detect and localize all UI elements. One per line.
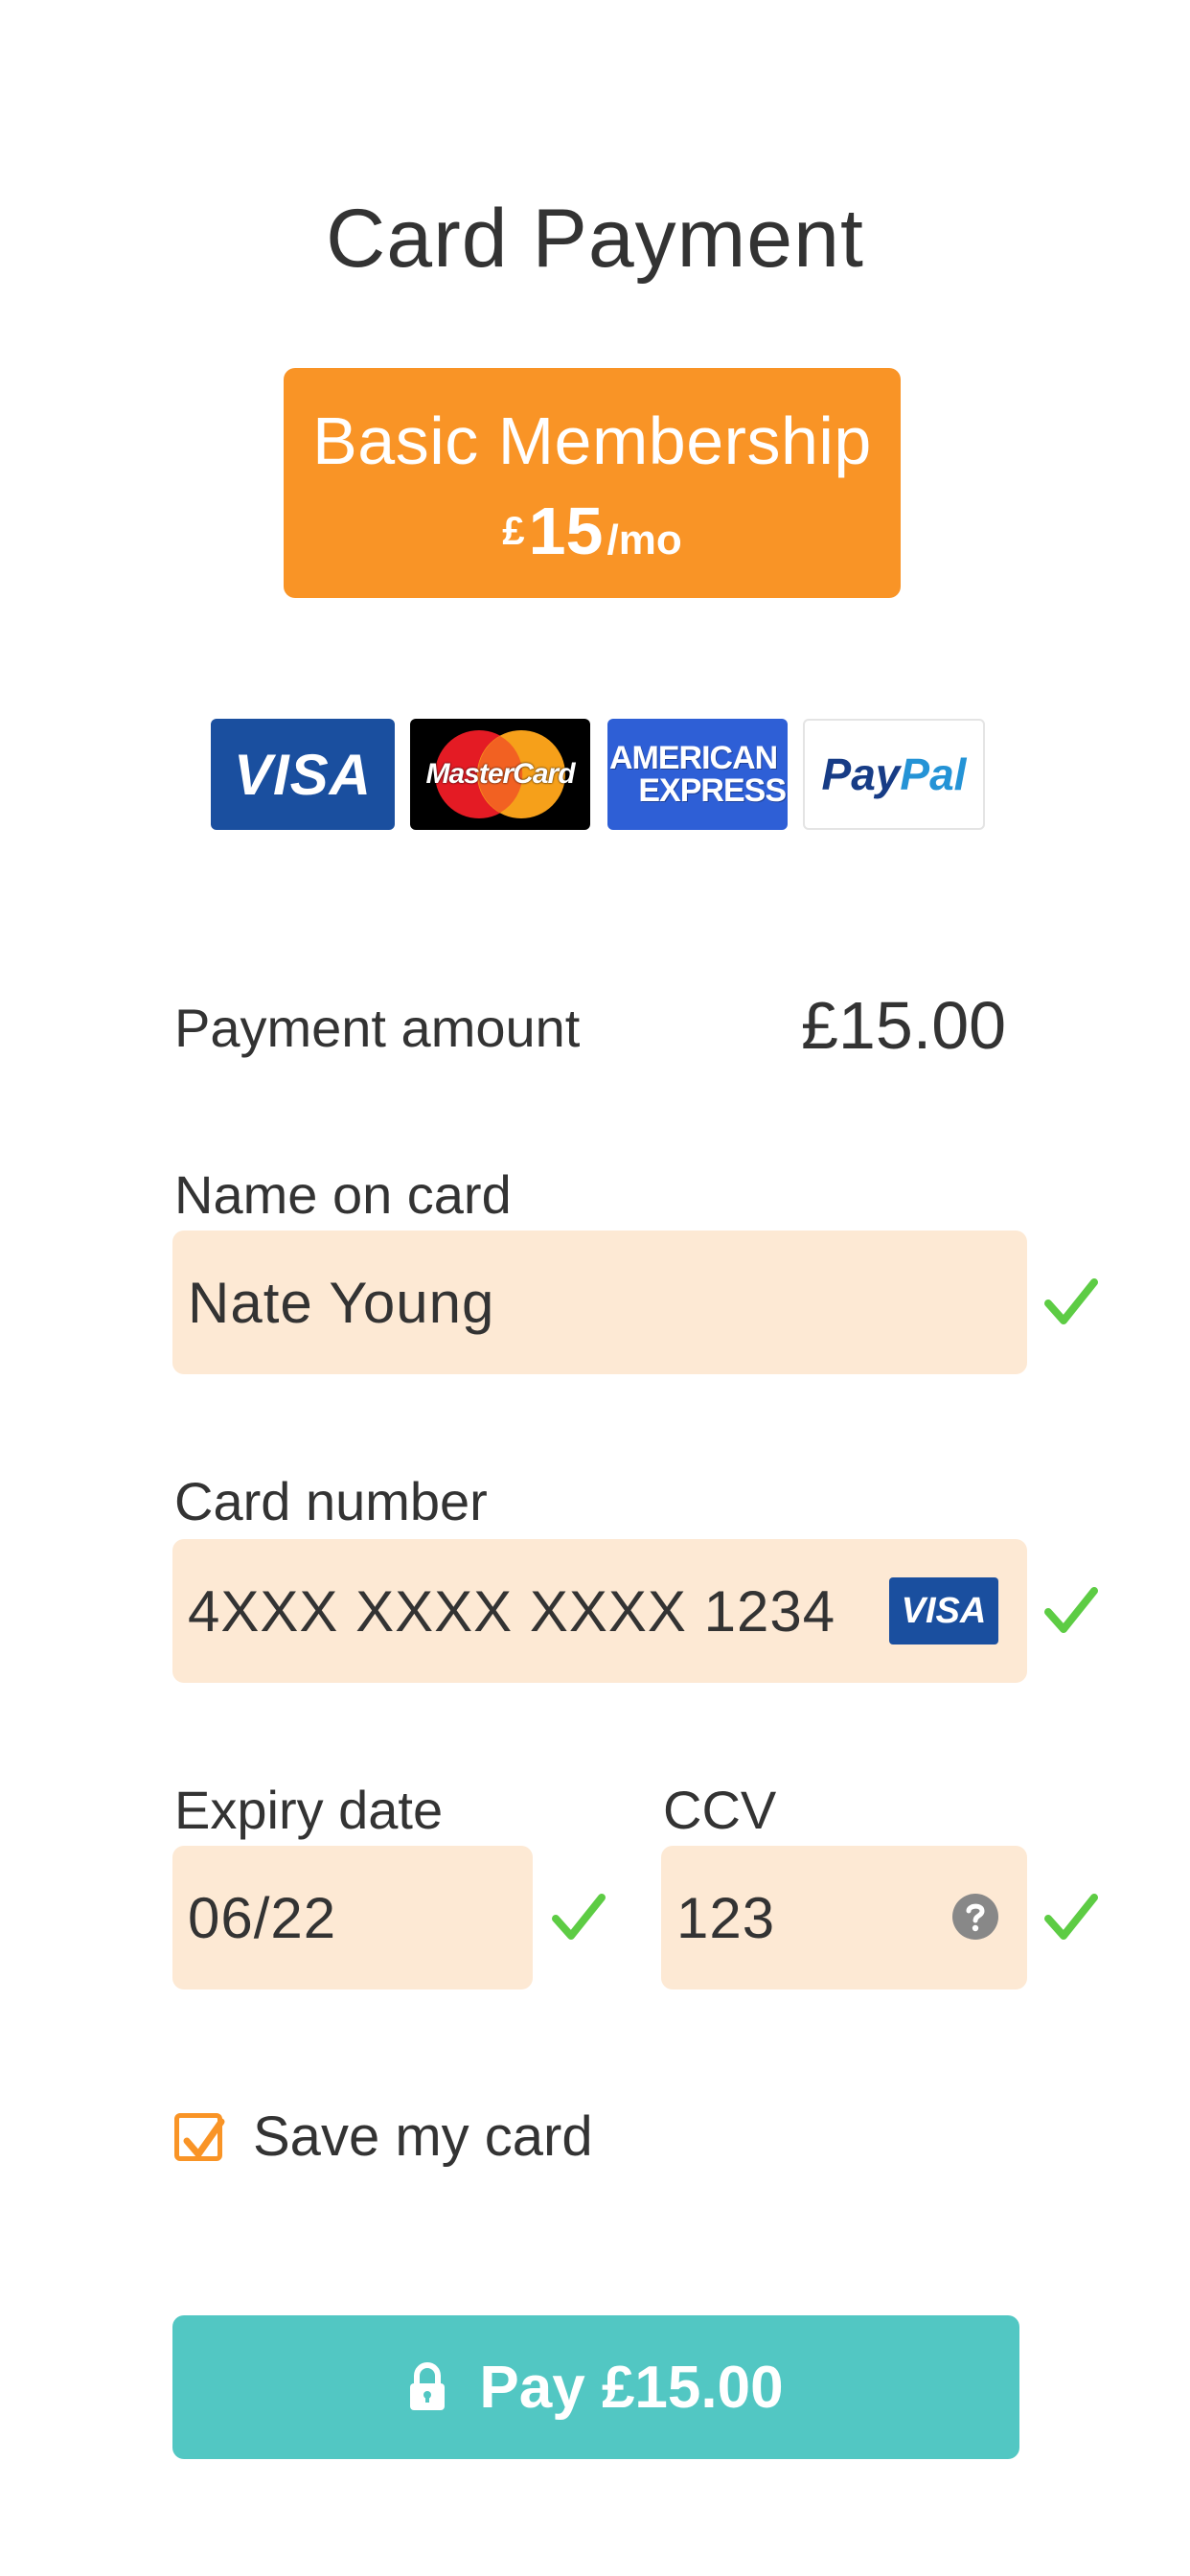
paypal-logo-pay: Pay [821,749,901,799]
visa-logo: VISA [211,719,395,830]
visa-logo-text: VISA [233,742,373,807]
save-card-checkbox[interactable] [174,2113,225,2161]
ccv-label: CCV [663,1780,777,1840]
ccv-value: 123 [676,1885,776,1950]
payment-amount-value: £15.00 [801,988,1007,1063]
plan-price: £ 15 /mo [284,493,901,569]
page-title: Card Payment [326,193,864,285]
mastercard-logo-text: MasterCard [425,758,575,790]
expiry-date-value: 06/22 [188,1885,337,1950]
payment-amount-label: Payment amount [174,998,581,1058]
paypal-logo: Pay Pal [803,719,985,830]
card-brand-visa-icon: VISA [889,1577,998,1644]
expiry-date-field[interactable]: 06/22 [172,1846,533,1990]
amex-logo: AMERICAN EXPRESS [607,719,788,830]
checkbox-check-icon [183,2118,225,2158]
plan-badge: Basic Membership £ 15 /mo [284,368,901,598]
plan-period: /mo [606,517,682,564]
expiry-valid-check-icon [552,1894,606,1940]
name-on-card-label: Name on card [174,1164,512,1225]
amex-logo-line1: AMERICAN [609,740,778,776]
lock-icon [410,2362,446,2410]
name-on-card-value: Nate Young [188,1270,495,1335]
mastercard-logo: MasterCard [410,719,590,830]
name-valid-check-icon [1044,1278,1098,1324]
plan-currency: £ [502,508,525,553]
card-number-value: 4XXX XXXX XXXX 1234 [188,1578,836,1644]
plan-name: Basic Membership [312,403,872,478]
pay-button[interactable]: Pay £15.00 [172,2315,1019,2459]
save-card-label[interactable]: Save my card [253,2104,593,2169]
card-brand-label: VISA [901,1590,987,1631]
ccv-help-question-icon[interactable] [950,1892,1000,1942]
card-number-valid-check-icon [1044,1587,1098,1633]
pay-button-label: Pay £15.00 [479,2354,784,2421]
ccv-valid-check-icon [1044,1894,1098,1940]
plan-amount: 15 [528,494,604,568]
name-on-card-field[interactable]: Nate Young [172,1230,1027,1374]
expiry-date-label: Expiry date [174,1780,444,1840]
paypal-logo-pal: Pal [900,749,967,799]
amex-logo-line2: EXPRESS [638,772,787,809]
card-number-label: Card number [174,1471,488,1531]
